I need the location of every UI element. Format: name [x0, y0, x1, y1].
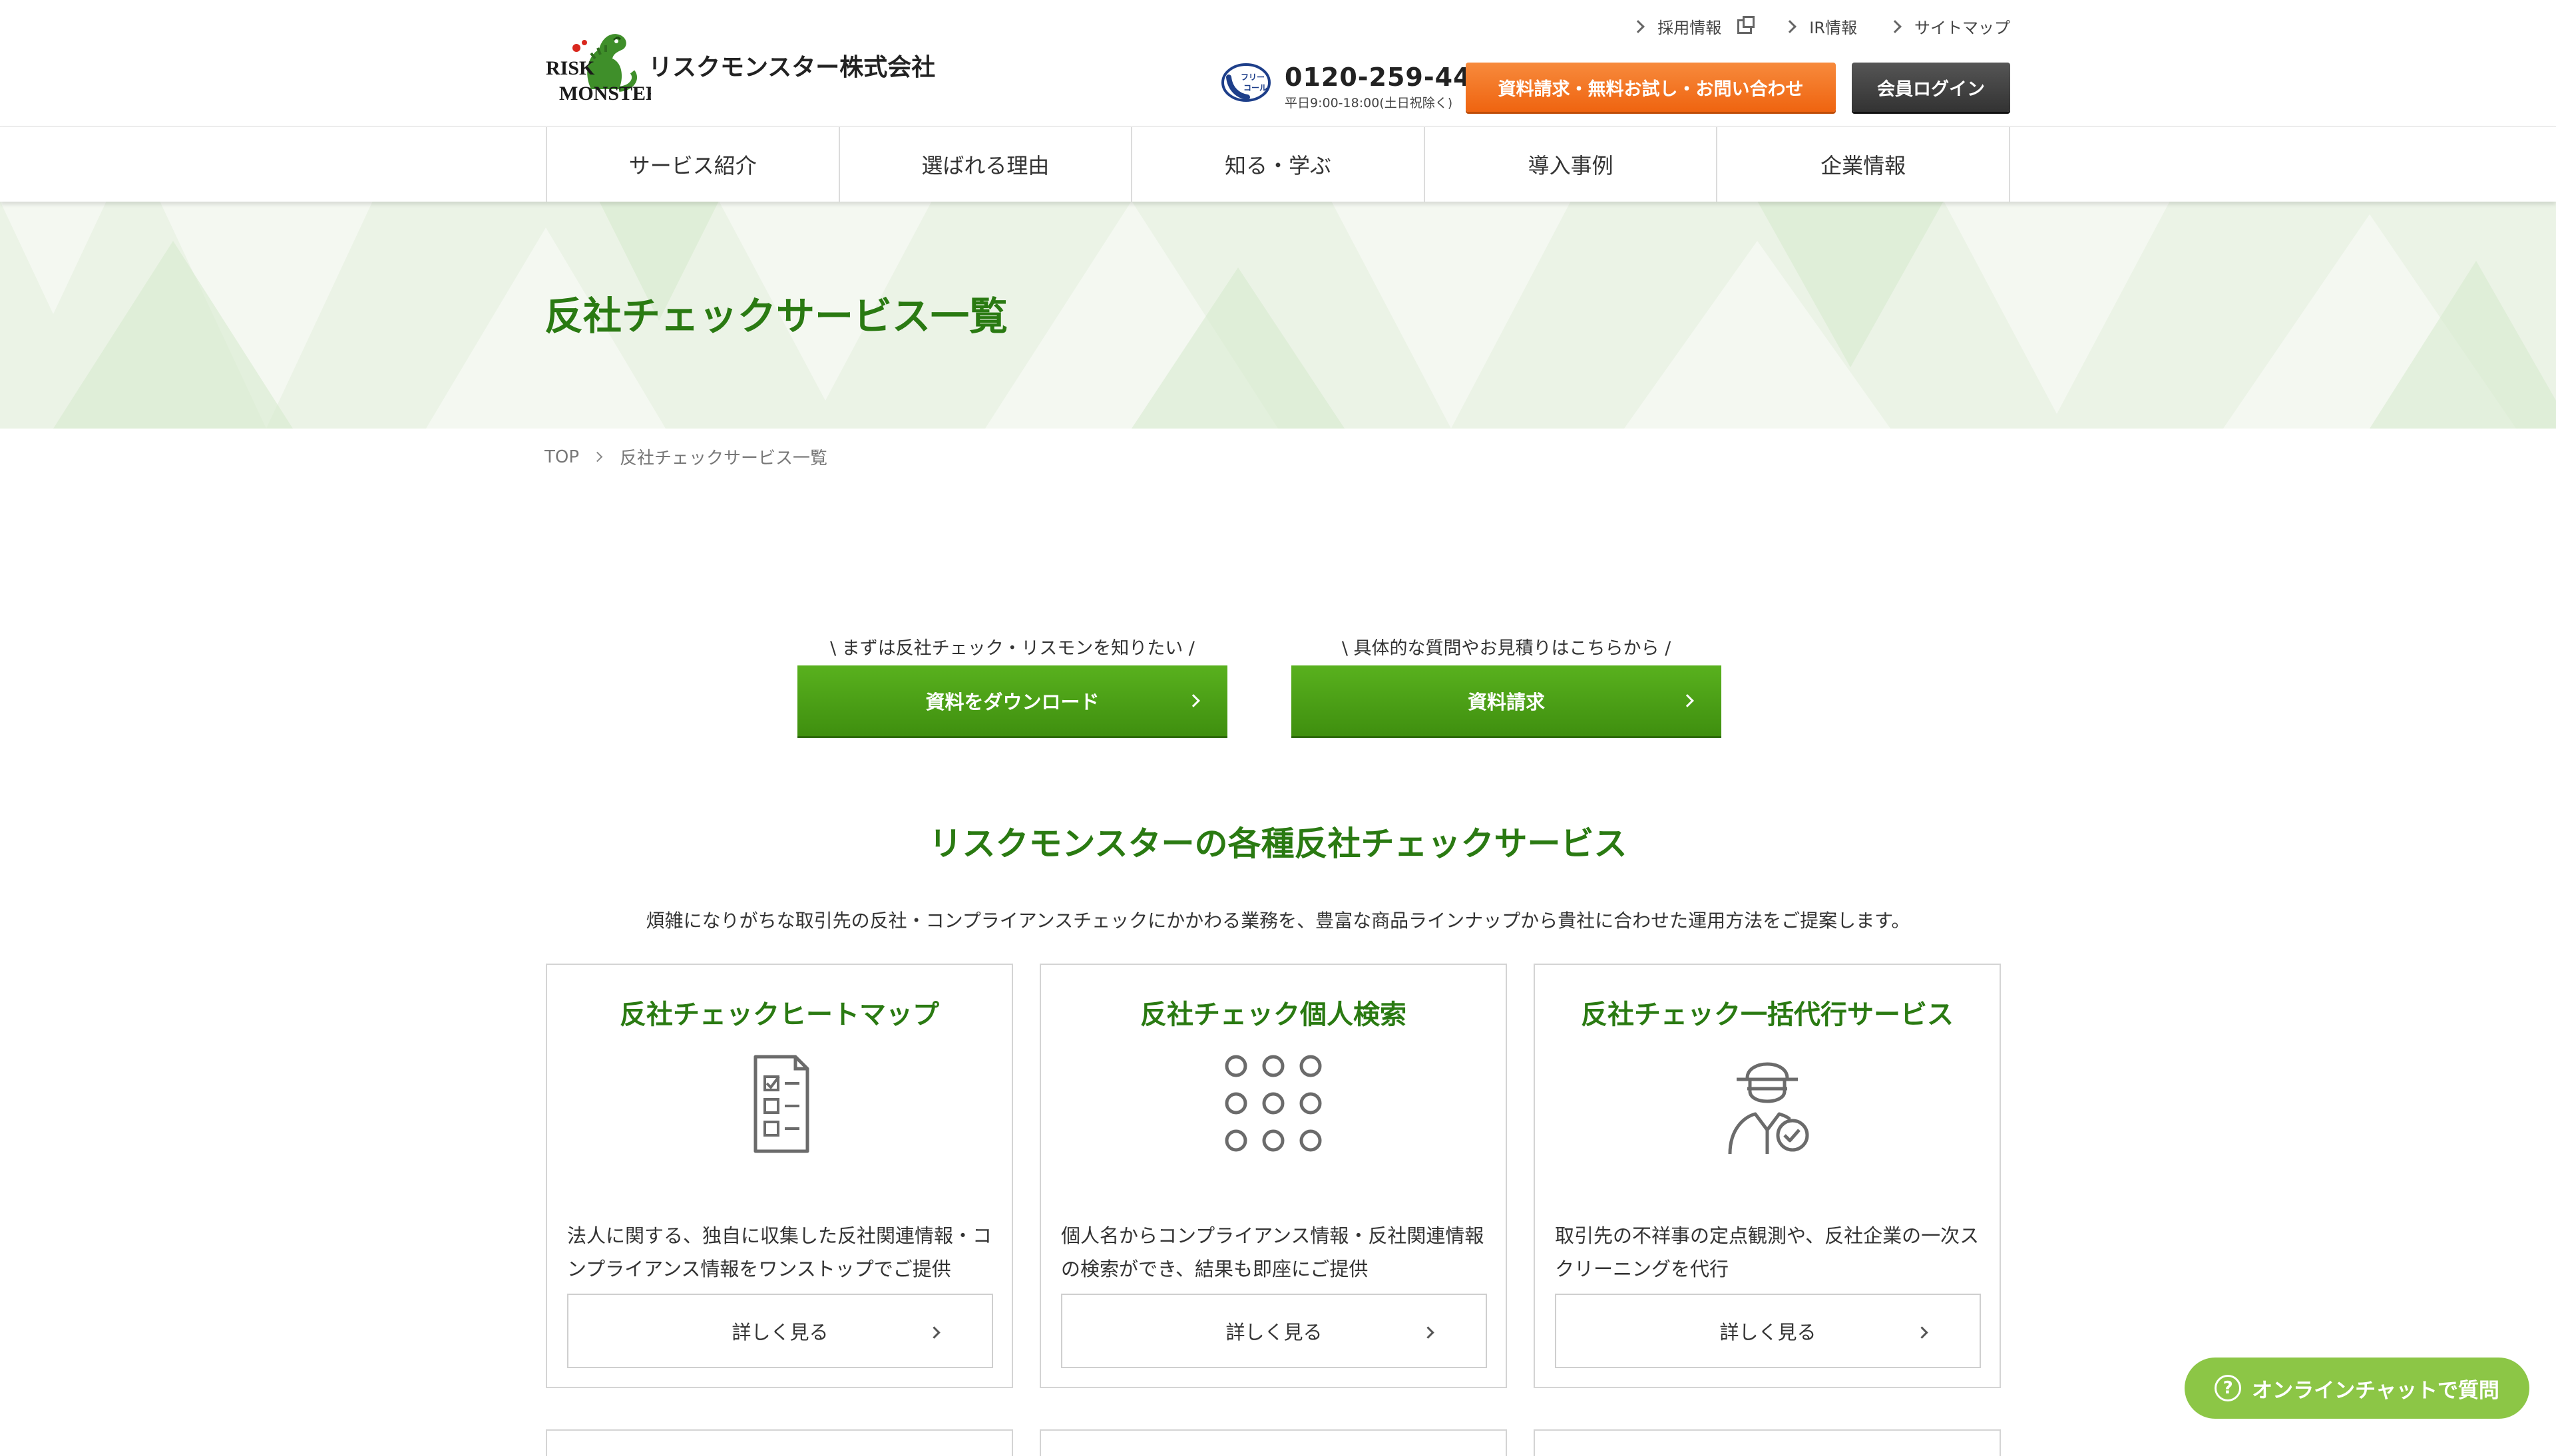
contact-button[interactable]: 資料請求・無料お試し・お問い合わせ — [1466, 63, 1836, 112]
phone-number[interactable]: 0120-259-440 — [1285, 63, 1490, 92]
chevron-right-icon — [1888, 19, 1902, 33]
top-link-recruit[interactable]: 採用情報 — [1631, 15, 1755, 38]
svg-text:RISK: RISK — [546, 57, 595, 79]
svg-text:コール: コール — [1243, 83, 1267, 92]
details-button-label: 詳しく見る — [1719, 1321, 1816, 1344]
question-icon: ? — [2215, 1375, 2242, 1401]
breadcrumb: TOP 反社チェックサービス一覧 — [544, 445, 827, 469]
details-button[interactable]: 詳しく見る — [1555, 1294, 1981, 1368]
details-button[interactable]: 詳しく見る — [567, 1294, 993, 1368]
chevron-right-icon — [1783, 19, 1797, 33]
nav-item-reasons[interactable]: 選ばれる理由 — [838, 127, 1132, 202]
service-card-desc: 個人名からコンプライアンス情報・反社関連情報の検索ができ、結果も即座にご提供 — [1061, 1224, 1484, 1280]
section-title: リスクモンスターの各種反社チェックサービス — [929, 824, 1627, 863]
download-caption: \ まずは反社チェック・リスモンを知りたい / — [830, 638, 1195, 659]
freecall-icon: フリー コール — [1221, 63, 1271, 102]
nav-item-company[interactable]: 企業情報 — [1716, 127, 2010, 202]
chevron-right-icon — [1631, 19, 1645, 33]
nav-item-services[interactable]: サービス紹介 — [546, 127, 839, 202]
chevron-right-icon — [1681, 694, 1694, 707]
global-nav: サービス紹介 選ばれる理由 知る・学ぶ 導入事例 企業情報 — [0, 126, 2556, 202]
service-card-personal-search: 反社チェック個人検索 個人名からコンプライアンス情報・反社関連情報の検索ができ、… — [1040, 964, 1507, 1388]
top-link-sitemap[interactable]: サイトマップ — [1888, 15, 2010, 38]
page-title: 反社チェックサービス一覧 — [544, 293, 1008, 339]
service-card-heatmap: 反社チェックヒートマップ 法人に関する、独自に収集した反社関連情報・コンプライア… — [546, 964, 1013, 1388]
page-hero — [0, 201, 2556, 429]
download-materials-label: 資料をダウンロード — [925, 691, 1100, 713]
request-materials-label: 資料請求 — [1467, 691, 1545, 713]
request-materials-button[interactable]: 資料請求 — [1291, 665, 1721, 736]
online-chat-button[interactable]: ? オンラインチャットで質問 — [2185, 1358, 2529, 1419]
chevron-right-icon — [1916, 1326, 1928, 1339]
global-nav-items: サービス紹介 選ばれる理由 知る・学ぶ 導入事例 企業情報 — [546, 127, 2010, 202]
request-caption: \ 具体的な質問やお見積りはこちらから / — [1341, 638, 1671, 659]
dot-grid-icon — [1225, 1055, 1322, 1152]
company-name[interactable]: リスクモンスター株式会社 — [648, 48, 935, 83]
utility-links: 採用情報 IR情報 サイトマップ — [1631, 15, 2010, 38]
download-materials-button[interactable]: 資料をダウンロード — [797, 665, 1227, 736]
details-button[interactable]: 詳しく見る — [1061, 1294, 1487, 1368]
hero-triangle-pattern — [0, 201, 2556, 429]
risk-monster-logo[interactable]: RISK MONSTER — [544, 25, 651, 104]
service-card-next — [1534, 1429, 2001, 1456]
top-link-label: サイトマップ — [1914, 19, 2010, 37]
section-lead: 煩雑になりがちな取引先の反社・コンプライアンスチェックにかかわる業務を、豊富な商… — [646, 910, 1910, 932]
details-button-label: 詳しく見る — [732, 1321, 829, 1344]
phone-hours: 平日9:00-18:00(土日祝除く) — [1285, 96, 1453, 110]
chevron-right-icon — [592, 451, 603, 462]
service-card-desc: 取引先の不祥事の定点観測や、反社企業の一次スクリーニングを代行 — [1555, 1224, 1980, 1280]
service-card-title[interactable]: 反社チェック個人検索 — [1041, 993, 1506, 1031]
top-link-label: 採用情報 — [1657, 19, 1722, 37]
chevron-right-icon — [1422, 1326, 1434, 1339]
breadcrumb-home[interactable]: TOP — [544, 447, 579, 467]
svg-text:フリー: フリー — [1241, 73, 1265, 82]
chevron-right-icon — [928, 1326, 941, 1339]
detective-check-icon — [1728, 1062, 1809, 1155]
top-link-label: IR情報 — [1809, 19, 1857, 37]
top-link-ir[interactable]: IR情報 — [1783, 15, 1857, 38]
chevron-right-icon — [1187, 694, 1200, 707]
service-card-title[interactable]: 反社チェック一括代行サービス — [1535, 993, 2000, 1031]
service-card-next — [1040, 1429, 1507, 1456]
svg-text:MONSTER: MONSTER — [559, 83, 651, 104]
service-card-bulk-agency: 反社チェック一括代行サービス 取引先の不祥事の定点観測や、反社企業の一次スクリー… — [1534, 964, 2001, 1388]
service-card-next — [546, 1429, 1013, 1456]
breadcrumb-current: 反社チェックサービス一覧 — [620, 449, 828, 468]
service-card-title[interactable]: 反社チェックヒートマップ — [547, 993, 1012, 1031]
service-card-desc: 法人に関する、独自に収集した反社関連情報・コンプライアンス情報をワンストップでご… — [567, 1224, 992, 1280]
site-header: RISK MONSTER リスクモンスター株式会社 採用情報 IR情報 サイトマ… — [0, 0, 2556, 126]
member-login-button[interactable]: 会員ログイン — [1852, 63, 2010, 112]
checklist-document-icon — [753, 1055, 809, 1153]
nav-item-cases[interactable]: 導入事例 — [1423, 127, 1717, 202]
external-link-icon — [1737, 15, 1755, 34]
details-button-label: 詳しく見る — [1225, 1321, 1323, 1344]
nav-item-learn[interactable]: 知る・学ぶ — [1131, 127, 1424, 202]
online-chat-label: オンラインチャットで質問 — [2252, 1378, 2499, 1403]
